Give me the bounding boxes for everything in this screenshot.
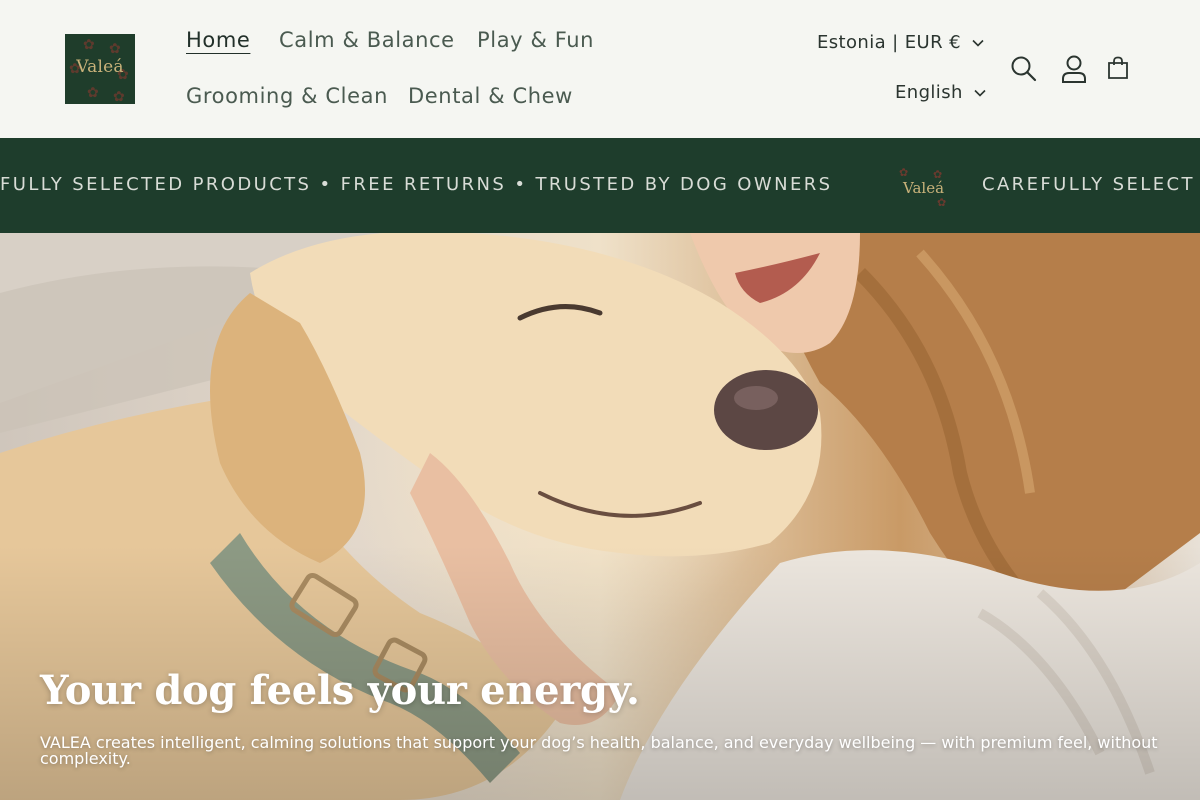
site-header: ✿ ✿ ✿ ✿ ✿ ✿ Valeá Home Calm & Balance Pl…	[0, 0, 1200, 138]
nav-item-calm-balance[interactable]: Calm & Balance	[279, 28, 455, 52]
language-label: English	[895, 82, 963, 103]
hero-title: Your dog feels your energy.	[40, 667, 640, 714]
announcement-text: FULLY SELECTED PRODUCTS • FREE RETURNS •…	[0, 174, 833, 195]
paw-icon: ✿	[87, 85, 99, 101]
hero-banner: Your dog feels your energy. VALEA create…	[0, 233, 1200, 800]
announcement-logo: ✿ ✿ ✿ Valeá	[897, 166, 953, 210]
account-icon[interactable]	[1060, 54, 1088, 84]
brand-logo[interactable]: ✿ ✿ ✿ ✿ ✿ ✿ Valeá	[65, 34, 135, 104]
announcement-bar: FULLY SELECTED PRODUCTS • FREE RETURNS •…	[0, 138, 1200, 233]
nav-item-dental-chew[interactable]: Dental & Chew	[408, 84, 573, 108]
country-currency-selector[interactable]: Estonia | EUR €	[817, 32, 985, 53]
logo-wordmark: Valeá	[76, 57, 124, 77]
chevron-down-icon	[972, 39, 984, 47]
nav-item-grooming-clean[interactable]: Grooming & Clean	[186, 84, 388, 108]
country-currency-label: Estonia | EUR €	[817, 32, 961, 53]
search-icon[interactable]	[1010, 55, 1038, 83]
hero-image	[0, 233, 1200, 800]
hero-subtitle: VALEA creates intelligent, calming solut…	[40, 733, 1158, 768]
announcement-text: CAREFULLY SELECT	[982, 174, 1195, 195]
cart-icon[interactable]	[1107, 56, 1129, 80]
paw-icon: ✿	[113, 89, 125, 104]
chevron-down-icon	[974, 89, 986, 97]
paw-icon: ✿	[109, 41, 121, 57]
nav-item-home[interactable]: Home	[186, 28, 250, 52]
language-selector[interactable]: English	[895, 82, 987, 103]
paw-icon: ✿	[83, 37, 95, 53]
paw-icon: ✿	[937, 196, 947, 209]
paw-icon: ✿	[899, 166, 909, 179]
nav-item-play-fun[interactable]: Play & Fun	[477, 28, 594, 52]
announcement-logo-text: Valeá	[903, 179, 945, 197]
